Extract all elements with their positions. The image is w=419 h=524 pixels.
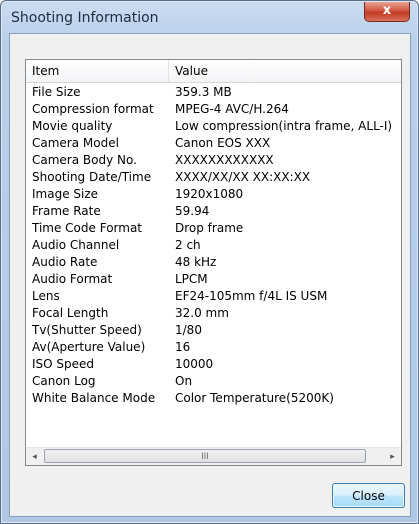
item-value-cell: Color Temperature(5200K) [175,391,334,405]
item-name-cell: Time Code Format [32,221,143,235]
table-row[interactable]: File Size 359.3 MB [26,84,401,101]
item-name-cell: Image Size [32,187,99,201]
item-value-cell: 2 ch [175,238,201,252]
item-name-cell: Compression format [32,102,154,116]
item-name-cell: Focal Length [32,306,109,320]
item-name-cell: Audio Channel [32,238,120,252]
scroll-right-arrow-icon[interactable]: ▸ [384,448,401,465]
table-row[interactable]: Focal Length 32.0 mm [26,305,401,322]
item-value-cell: 1920x1080 [175,187,244,201]
table-row[interactable]: Frame Rate 59.94 [26,203,401,220]
item-value-cell: 16 [175,340,191,354]
table-row[interactable]: Compression format MPEG-4 AVC/H.264 [26,101,401,118]
horizontal-scrollbar[interactable]: ◂ III ▸ [26,447,401,465]
item-name-cell: Shooting Date/Time [32,170,152,184]
table-row[interactable]: Audio Channel 2 ch [26,237,401,254]
item-name-cell: Frame Rate [32,204,101,218]
table-row[interactable]: Tv(Shutter Speed) 1/80 [26,322,401,339]
item-name-cell: Audio Format [32,272,113,286]
item-value-cell: Low compression(intra frame, ALL-I) [175,119,393,133]
title-bar[interactable]: Shooting Information x [1,1,418,33]
item-value-cell: 10000 [175,357,214,371]
item-name-cell: Tv(Shutter Speed) [32,323,142,337]
item-value-cell: MPEG-4 AVC/H.264 [175,102,289,116]
scroll-left-arrow-icon[interactable]: ◂ [26,448,43,465]
item-name-cell: ISO Speed [32,357,95,371]
table-row[interactable]: Time Code Format Drop frame [26,220,401,237]
window-title: Shooting Information [11,10,159,26]
item-value-cell: 359.3 MB [175,85,232,99]
list-header: Item Value [26,60,401,83]
list-rows: File Size 359.3 MB Compression format MPEG-… [26,84,401,407]
item-name-cell: Camera Model [32,136,119,150]
item-name-cell: Av(Aperture Value) [32,340,146,354]
item-name-cell: File Size [32,85,81,99]
table-row[interactable]: Camera Body No. XXXXXXXXXXXX [26,152,401,169]
item-value-cell: 1/80 [175,323,202,337]
close-button[interactable]: Close [332,483,405,508]
item-value-cell: 32.0 mm [175,306,229,320]
table-row[interactable]: Camera Model Canon EOS XXX [26,135,401,152]
table-row[interactable]: Audio Format LPCM [26,271,401,288]
table-row[interactable]: Lens EF24-105mm f/4L IS USM [26,288,401,305]
item-value-cell: Drop frame [175,221,244,235]
window-close-icon[interactable]: x [364,2,410,22]
column-header-item[interactable]: Item [26,60,168,82]
item-name-cell: Audio Rate [32,255,98,269]
dialog-client-area: Item Value File Size 359.3 MB Compression … [9,33,411,517]
table-row[interactable]: ISO Speed 10000 [26,356,401,373]
item-value-cell: 59.94 [175,204,210,218]
item-value-cell: XXXXXXXXXXXX [175,153,274,167]
item-value-cell: LPCM [175,272,208,286]
shooting-info-list[interactable]: Item Value File Size 359.3 MB Compression … [25,59,402,466]
item-value-cell: EF24-105mm f/4L IS USM [175,289,328,303]
table-row[interactable]: Shooting Date/Time XXXX/XX/XX XX:XX:XX [26,169,401,186]
table-row[interactable]: Image Size 1920x1080 [26,186,401,203]
table-row[interactable]: Movie quality Low compression(intra frame… [26,118,401,135]
table-row[interactable]: Av(Aperture Value) 16 [26,339,401,356]
table-row[interactable]: Audio Rate 48 kHz [26,254,401,271]
item-name-cell: Lens [32,289,60,303]
item-name-cell: White Balance Mode [32,391,156,405]
column-header-value[interactable]: Value [169,60,401,82]
item-name-cell: Canon Log [32,374,96,388]
item-value-cell: Canon EOS XXX [175,136,271,150]
item-name-cell: Camera Body No. [32,153,137,167]
table-row[interactable]: Canon Log On [26,373,401,390]
scrollbar-thumb[interactable]: III [44,449,366,463]
item-value-cell: XXXX/XX/XX XX:XX:XX [175,170,311,184]
shooting-information-window: Shooting Information x Item Value File S… [0,0,419,524]
item-value-cell: On [175,374,193,388]
table-row[interactable]: White Balance Mode Color Temperature(5200… [26,390,401,407]
item-value-cell: 48 kHz [175,255,217,269]
item-name-cell: Movie quality [32,119,113,133]
